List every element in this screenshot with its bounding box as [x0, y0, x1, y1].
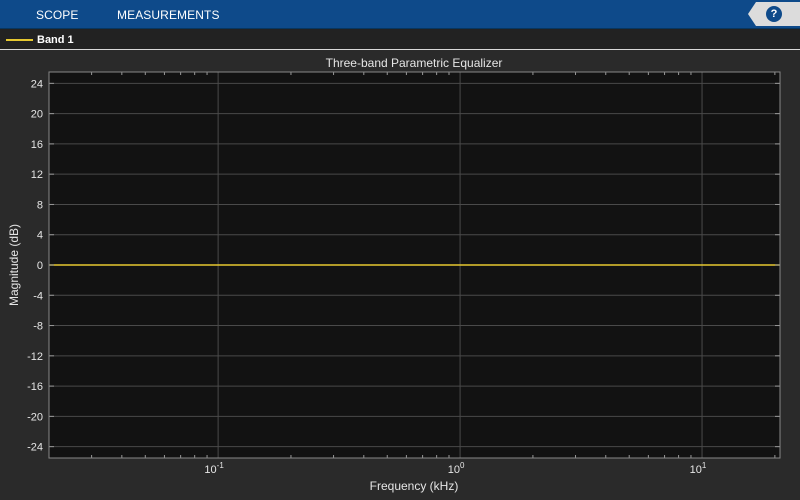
- y-tick-label: -16: [27, 381, 43, 393]
- y-tick-label: 4: [37, 230, 43, 242]
- help-icon[interactable]: ?: [766, 6, 782, 22]
- y-tick-label: 12: [31, 169, 43, 181]
- y-tick-label: -8: [33, 321, 43, 333]
- spectrum-plot[interactable]: 24 20 16 12 8 4 0 -4 -8 -12 -16 -20 -24 10-1 100 101 Th…: [0, 50, 800, 500]
- legend-swatch: [6, 39, 33, 41]
- y-tick-label: 24: [31, 78, 43, 90]
- tab-scope[interactable]: SCOPE: [36, 0, 79, 28]
- y-tick-label: 20: [31, 109, 43, 121]
- x-axis-label: Frequency (kHz): [370, 479, 459, 493]
- toolstrip: SCOPE MEASUREMENTS ?: [0, 0, 800, 29]
- legend-label: Band 1: [37, 34, 74, 46]
- y-tick-label: 16: [31, 139, 43, 151]
- help-area: ?: [748, 2, 800, 26]
- y-axis-label: Magnitude (dB): [7, 224, 21, 306]
- x-tick-label: 10-1: [204, 461, 224, 476]
- legend-bar: Band 1: [0, 29, 800, 50]
- x-tick-label: 101: [690, 461, 707, 476]
- tab-measurements[interactable]: MEASUREMENTS: [117, 0, 220, 28]
- chart-title: Three-band Parametric Equalizer: [326, 56, 503, 70]
- y-tick-label: -4: [33, 290, 43, 302]
- y-tick-label: 8: [37, 199, 43, 211]
- y-tick-label: 0: [37, 260, 43, 272]
- x-tick-label: 100: [448, 461, 465, 476]
- y-tick-label: -24: [27, 442, 43, 454]
- y-tick-label: -20: [27, 411, 43, 423]
- y-tick-label: -12: [27, 351, 43, 363]
